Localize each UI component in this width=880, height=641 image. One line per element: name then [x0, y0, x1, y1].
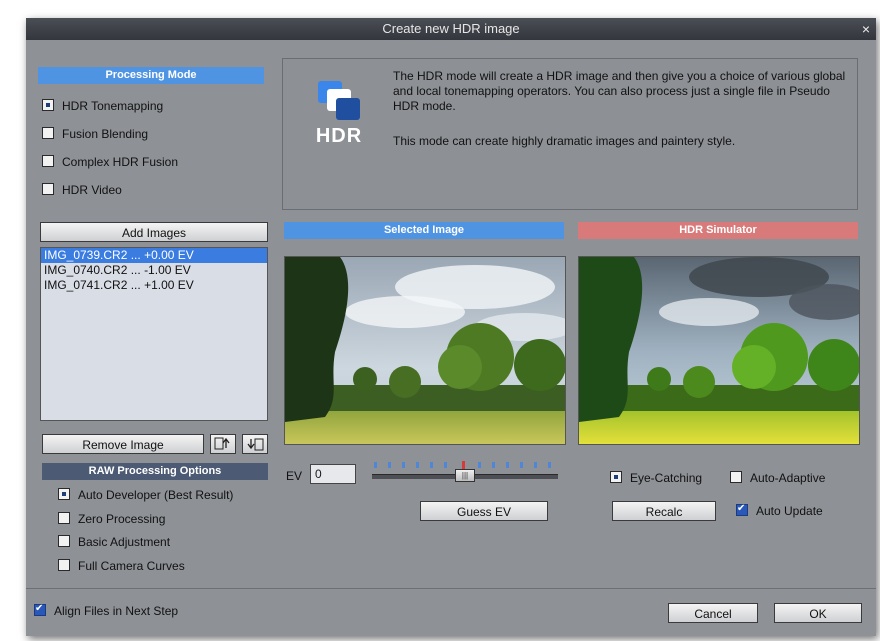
option-complex-hdr-fusion[interactable]: Complex HDR Fusion [42, 153, 178, 171]
selected-image-preview [284, 256, 566, 445]
ev-input[interactable]: 0 [310, 464, 356, 484]
recalc-button[interactable]: Recalc [612, 501, 716, 521]
align-files-toggle[interactable]: Align Files in Next Step [34, 602, 178, 620]
raw-basic-adjustment[interactable]: Basic Adjustment [58, 533, 170, 551]
mode-style-note: This mode can create highly dramatic ima… [393, 134, 736, 148]
hdr-dialog: Create new HDR image × Processing Mode H… [26, 18, 876, 636]
close-icon[interactable]: × [862, 18, 870, 40]
selected-image-header: Selected Image [284, 222, 564, 239]
checkbox-icon[interactable] [736, 502, 748, 516]
radio-icon[interactable] [58, 512, 70, 524]
move-up-icon[interactable] [210, 434, 236, 454]
radio-icon[interactable] [58, 535, 70, 547]
raw-full-camera-curves[interactable]: Full Camera Curves [58, 557, 185, 575]
remove-image-button[interactable]: Remove Image [42, 434, 204, 454]
ok-button[interactable]: OK [774, 603, 862, 623]
mode-info-panel: HDR The HDR mode will create a HDR image… [282, 58, 858, 210]
raw-auto-developer[interactable]: Auto Developer (Best Result) [58, 486, 233, 504]
window-title: Create new HDR image [382, 21, 520, 36]
processing-mode-header: Processing Mode [38, 67, 264, 84]
hdr-icon-label: HDR [315, 125, 363, 147]
radio-icon[interactable] [42, 127, 54, 139]
ev-ticks [372, 459, 558, 469]
radio-icon[interactable] [58, 488, 70, 500]
radio-icon[interactable] [730, 471, 742, 483]
title-bar: Create new HDR image × [26, 18, 876, 40]
mode-description: The HDR mode will create a HDR image and… [393, 69, 846, 113]
hdr-simulator-header: HDR Simulator [578, 222, 858, 239]
footer-divider [26, 588, 876, 589]
radio-icon[interactable] [42, 183, 54, 195]
list-item[interactable]: IMG_0740.CR2 ... -1.00 EV [41, 263, 267, 278]
image-list[interactable]: IMG_0739.CR2 ... +0.00 EV IMG_0740.CR2 .… [40, 247, 268, 421]
radio-icon[interactable] [58, 559, 70, 571]
checkbox-icon[interactable] [34, 602, 46, 616]
cancel-button[interactable]: Cancel [668, 603, 758, 623]
hdr-icon: HDR [311, 77, 367, 155]
hdr-simulator-preview [578, 256, 860, 445]
move-down-icon[interactable] [242, 434, 268, 454]
radio-icon[interactable] [610, 471, 622, 483]
option-auto-adaptive[interactable]: Auto-Adaptive [730, 469, 825, 487]
auto-update-toggle[interactable]: Auto Update [736, 502, 823, 520]
ev-slider-thumb[interactable]: ||| [455, 469, 475, 482]
option-hdr-tonemapping[interactable]: HDR Tonemapping [42, 97, 163, 115]
add-images-button[interactable]: Add Images [40, 222, 268, 242]
raw-options-header: RAW Processing Options [42, 463, 268, 480]
radio-icon[interactable] [42, 99, 54, 111]
list-item[interactable]: IMG_0741.CR2 ... +1.00 EV [41, 278, 267, 293]
option-eye-catching[interactable]: Eye-Catching [610, 469, 702, 487]
option-hdr-video[interactable]: HDR Video [42, 181, 122, 199]
option-fusion-blending[interactable]: Fusion Blending [42, 125, 148, 143]
raw-zero-processing[interactable]: Zero Processing [58, 510, 165, 528]
radio-icon[interactable] [42, 155, 54, 167]
ev-label: EV [286, 469, 303, 483]
guess-ev-button[interactable]: Guess EV [420, 501, 548, 521]
list-item[interactable]: IMG_0739.CR2 ... +0.00 EV [41, 248, 267, 263]
